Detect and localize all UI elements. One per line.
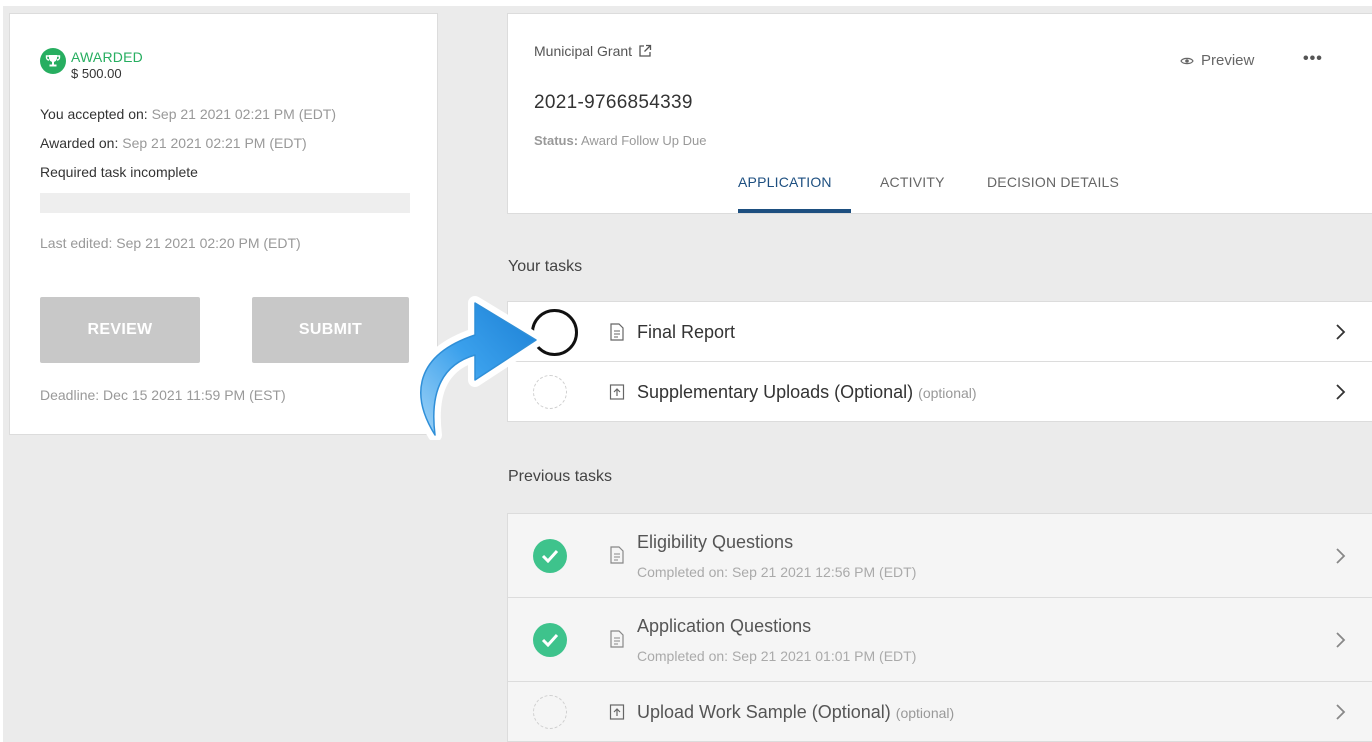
application-id: 2021-9766854339 bbox=[534, 92, 693, 113]
status-value: Award Follow Up Due bbox=[580, 133, 707, 148]
status-label: Status: bbox=[534, 133, 579, 148]
award-summary-card: AWARDED $ 500.00 You accepted on: Sep 21… bbox=[9, 13, 438, 435]
awarded-date: Awarded on: Sep 21 2021 02:21 PM (EDT) bbox=[40, 135, 307, 151]
preview-label: Preview bbox=[1201, 52, 1255, 69]
chevron-right-icon bbox=[1336, 632, 1346, 648]
accepted-label: You accepted on: bbox=[40, 106, 152, 122]
chevron-right-icon bbox=[1336, 384, 1346, 400]
submit-button[interactable]: SUBMIT bbox=[252, 297, 409, 363]
preview-button[interactable]: Preview bbox=[1180, 52, 1254, 69]
trophy-icon bbox=[40, 48, 66, 74]
chevron-right-icon bbox=[1336, 704, 1346, 720]
deadline: Deadline: Dec 15 2021 11:59 PM (EST) bbox=[40, 387, 286, 403]
task-notice: Required task incomplete bbox=[40, 164, 198, 180]
task-label: Upload Work Sample (Optional) (optional) bbox=[637, 702, 955, 722]
task-completed-date: Completed on: Sep 21 2021 01:01 PM (EDT) bbox=[637, 648, 917, 664]
tab-decision-details[interactable]: DECISION DETAILS bbox=[987, 174, 1119, 190]
your-tasks-heading: Your tasks bbox=[508, 258, 583, 275]
document-icon bbox=[610, 546, 624, 564]
review-button[interactable]: REVIEW bbox=[40, 297, 200, 363]
awarded-label: Awarded on: bbox=[40, 135, 123, 151]
task-row-application-questions[interactable]: Application Questions Completed on: Sep … bbox=[507, 597, 1372, 682]
previous-tasks-heading: Previous tasks bbox=[508, 468, 613, 485]
more-options-button[interactable]: ••• bbox=[1303, 50, 1323, 68]
task-status-incomplete bbox=[531, 309, 578, 356]
task-label: Application Questions bbox=[637, 616, 812, 636]
application-tabs: APPLICATION ACTIVITY DECISION DETAILS bbox=[508, 174, 1372, 215]
task-status-not-started bbox=[533, 695, 567, 729]
chevron-right-icon bbox=[1336, 548, 1346, 564]
task-row-final-report[interactable]: Final Report bbox=[507, 301, 1372, 362]
checkmark-icon bbox=[533, 539, 567, 573]
your-tasks-list: Final Report Supplementary Uploads (Opti… bbox=[507, 301, 1372, 422]
last-edited: Last edited: Sep 21 2021 02:20 PM (EDT) bbox=[40, 235, 301, 251]
accepted-value: Sep 21 2021 02:21 PM (EDT) bbox=[151, 106, 337, 122]
award-amount: $ 500.00 bbox=[71, 66, 122, 81]
accepted-date: You accepted on: Sep 21 2021 02:21 PM (E… bbox=[40, 106, 336, 122]
application-header-card: Municipal Grant 2021-9766854339 Status: … bbox=[507, 13, 1372, 214]
grant-name: Municipal Grant bbox=[534, 43, 633, 59]
previous-tasks-list: Eligibility Questions Completed on: Sep … bbox=[507, 513, 1372, 742]
task-progress-bar bbox=[40, 193, 410, 213]
task-label: Supplementary Uploads (Optional) (option… bbox=[637, 382, 977, 402]
grant-link[interactable]: Municipal Grant bbox=[534, 43, 652, 59]
optional-tag: (optional) bbox=[918, 385, 977, 401]
task-row-upload-work-sample[interactable]: Upload Work Sample (Optional) (optional) bbox=[507, 681, 1372, 742]
award-status: AWARDED bbox=[71, 49, 143, 65]
awarded-value: Sep 21 2021 02:21 PM (EDT) bbox=[122, 135, 307, 151]
tab-activity[interactable]: ACTIVITY bbox=[880, 174, 945, 190]
task-completed-date: Completed on: Sep 21 2021 12:56 PM (EDT) bbox=[637, 564, 917, 580]
task-status-not-started bbox=[533, 375, 567, 409]
document-icon bbox=[610, 630, 624, 648]
active-tab-indicator bbox=[738, 209, 851, 213]
checkmark-icon bbox=[533, 623, 567, 657]
task-label: Final Report bbox=[637, 322, 736, 342]
document-icon bbox=[610, 323, 624, 341]
upload-icon bbox=[609, 704, 625, 720]
task-label: Eligibility Questions bbox=[637, 532, 794, 552]
external-link-icon bbox=[639, 44, 652, 57]
eye-icon bbox=[1180, 57, 1194, 64]
application-status: Status: Award Follow Up Due bbox=[534, 133, 706, 148]
task-row-eligibility-questions[interactable]: Eligibility Questions Completed on: Sep … bbox=[507, 513, 1372, 598]
chevron-right-icon bbox=[1336, 324, 1346, 340]
task-row-supplementary-uploads[interactable]: Supplementary Uploads (Optional) (option… bbox=[507, 361, 1372, 422]
tab-application[interactable]: APPLICATION bbox=[738, 174, 832, 190]
upload-icon bbox=[609, 384, 625, 400]
optional-tag: (optional) bbox=[895, 705, 955, 721]
